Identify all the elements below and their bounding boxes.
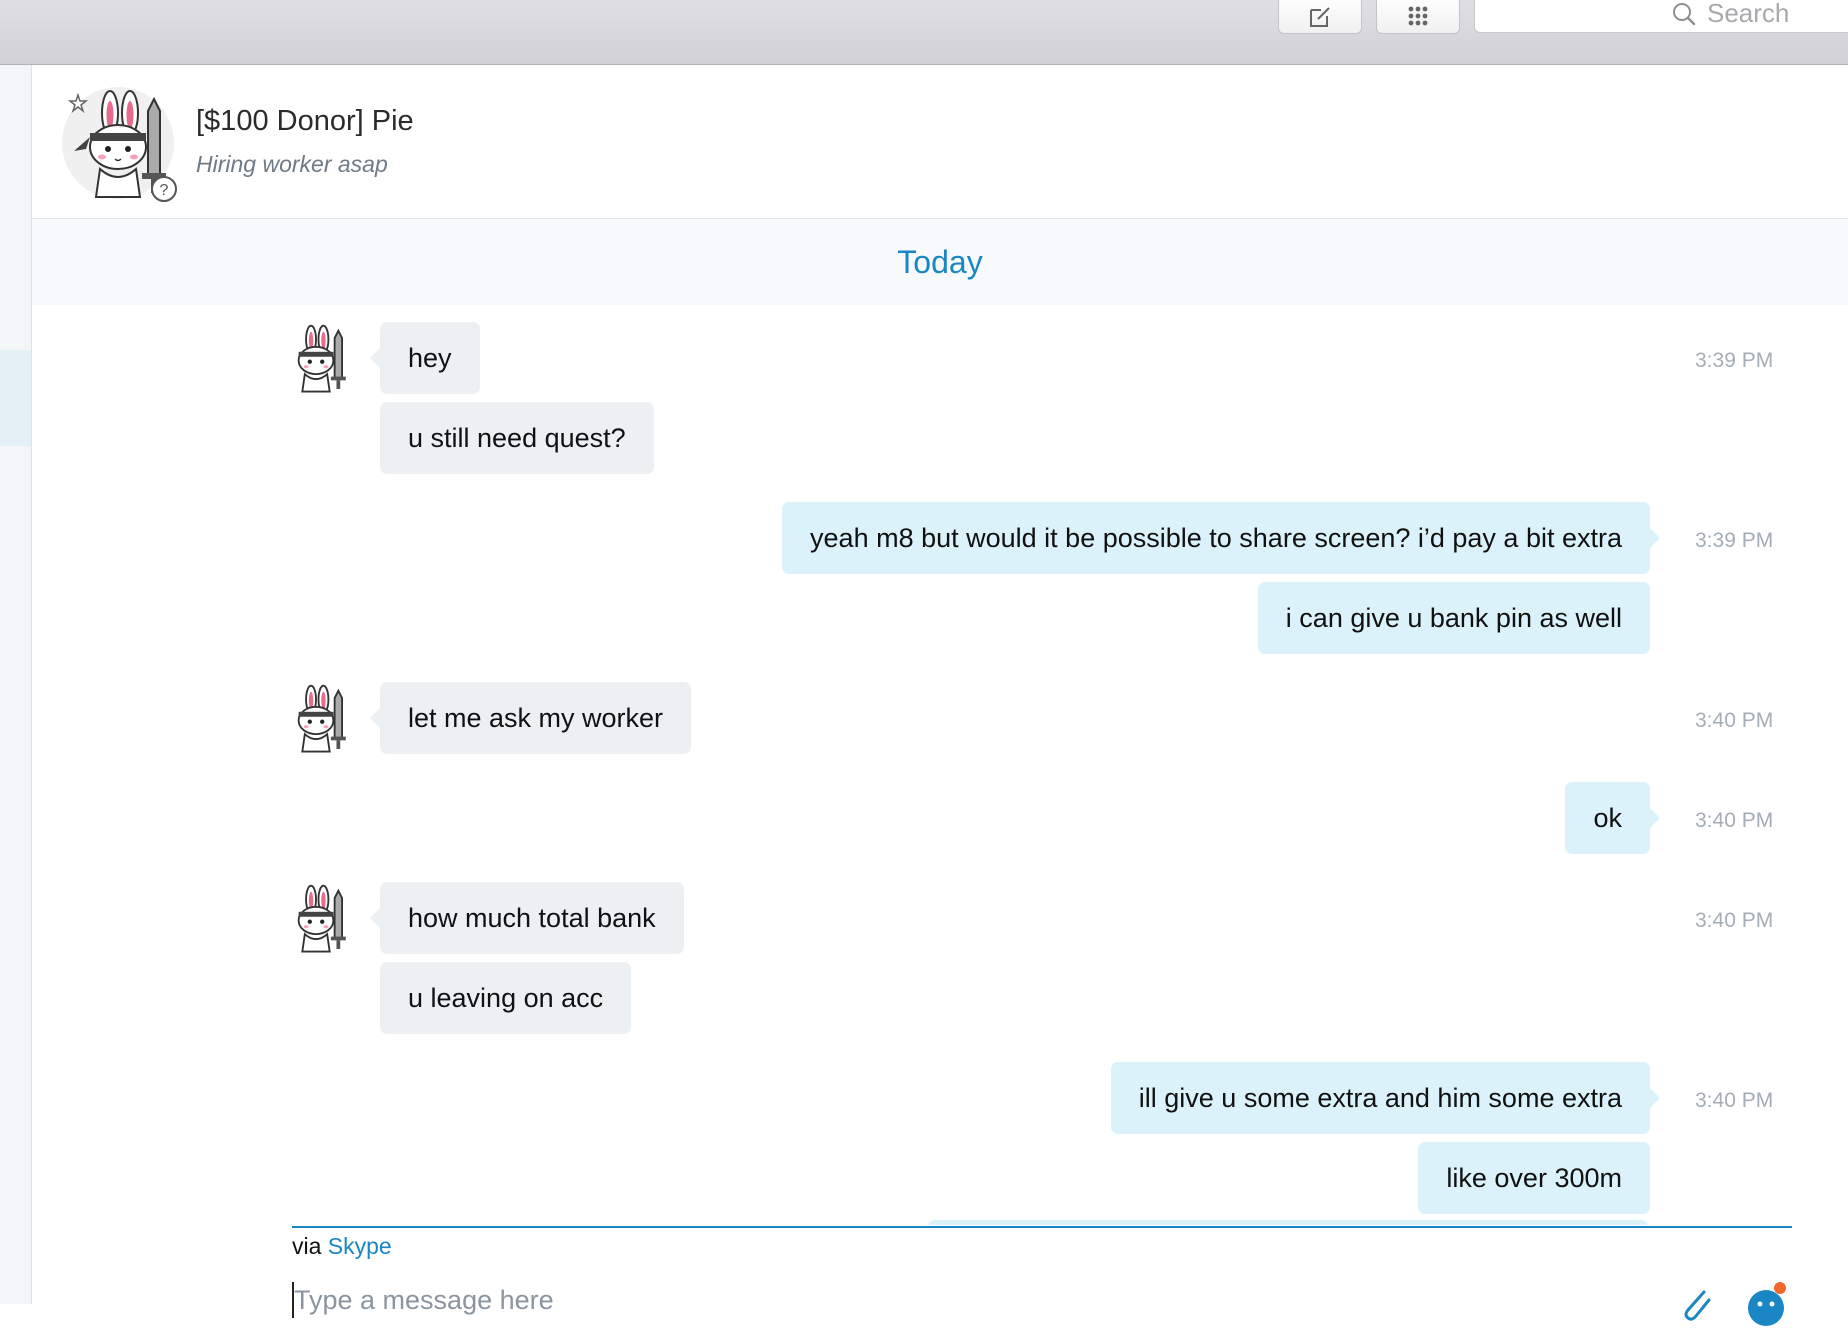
message-input[interactable] xyxy=(292,1282,1594,1318)
message-bubble-incoming[interactable]: let me ask my worker xyxy=(369,682,692,754)
message-timestamp: 3:39 PM xyxy=(1695,529,1774,552)
message-timestamp: 3:40 PM xyxy=(1695,909,1774,932)
bunny-avatar-icon xyxy=(297,684,346,753)
message-timestamp: 3:40 PM xyxy=(1695,809,1774,832)
composer-divider xyxy=(292,1226,1792,1228)
bunny-avatar-icon xyxy=(297,324,346,393)
message-bubble-outgoing[interactable]: ill give u some extra and him some extra xyxy=(1110,1062,1661,1134)
via-service-label: via Skype xyxy=(292,1233,392,1260)
via-label: via xyxy=(292,1233,322,1259)
emoticon-icon[interactable] xyxy=(1744,1280,1792,1328)
message-timestamp: 3:40 PM xyxy=(1695,1089,1774,1112)
service-selector-link[interactable]: Skype xyxy=(328,1233,392,1259)
message-bubble-incoming[interactable]: hey xyxy=(370,322,480,394)
paperclip-icon[interactable] xyxy=(1676,1284,1716,1324)
message-bubble-outgoing[interactable]: i can give u bank pin as well xyxy=(1257,582,1650,654)
message-bubble-outgoing-partial xyxy=(928,1220,1648,1225)
message-timestamp: 3:40 PM xyxy=(1695,709,1774,732)
message-bubble-incoming[interactable]: u leaving on acc xyxy=(380,962,632,1034)
message-bubble-outgoing[interactable]: ok xyxy=(1565,782,1660,854)
message-bubble-incoming[interactable]: how much total bank xyxy=(370,882,684,954)
message-bubble-outgoing[interactable]: yeah m8 but would it be possible to shar… xyxy=(782,502,1660,574)
message-bubble-incoming[interactable]: u still need quest? xyxy=(380,402,654,474)
bunny-avatar-icon xyxy=(297,884,346,953)
message-bubble-outgoing[interactable]: like over 300m xyxy=(1418,1142,1650,1214)
message-list[interactable]: hey 3:39 PM u still need quest? yeah m8 … xyxy=(0,0,1848,1225)
message-timestamp: 3:39 PM xyxy=(1695,349,1774,372)
